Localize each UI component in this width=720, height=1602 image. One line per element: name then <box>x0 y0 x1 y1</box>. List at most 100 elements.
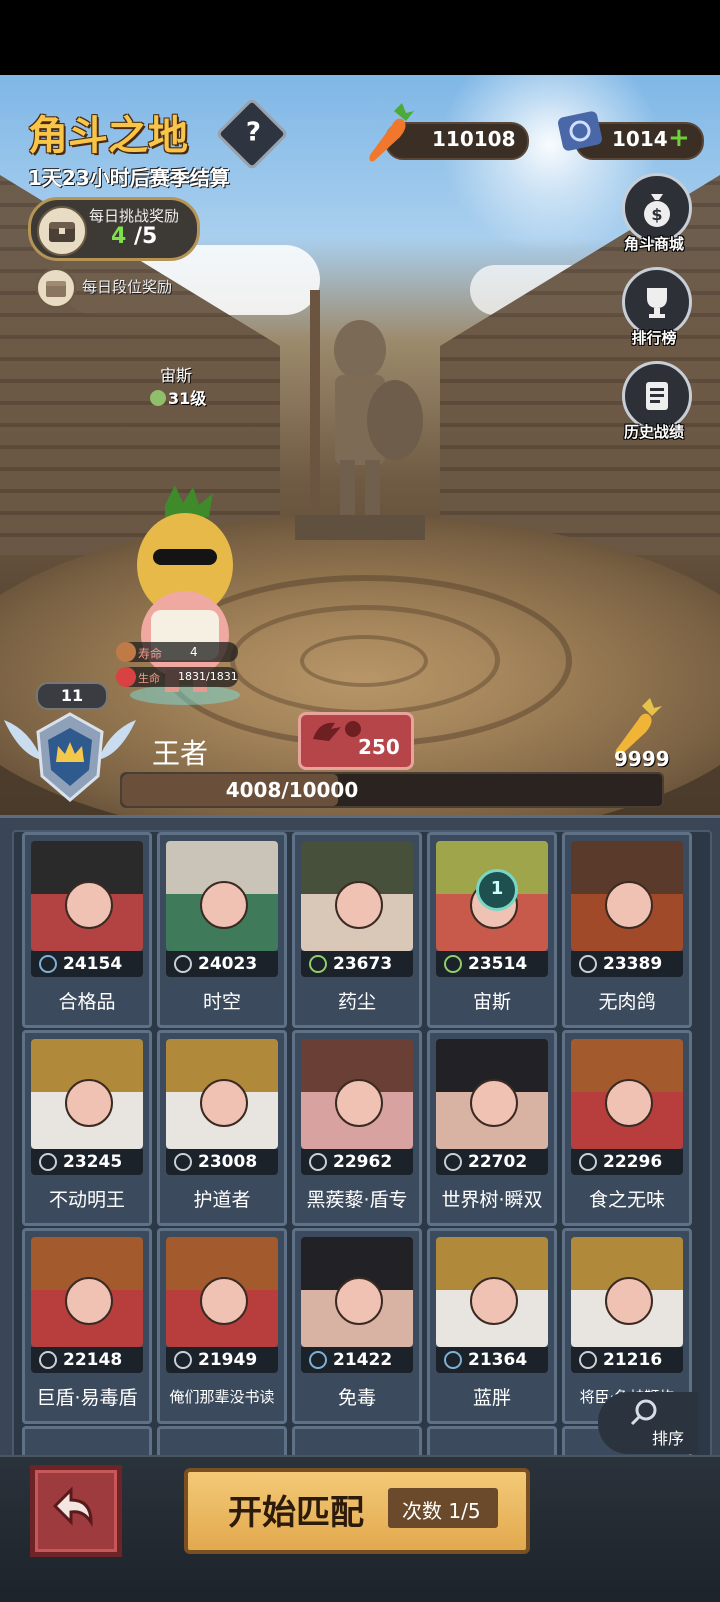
character-face <box>335 1277 383 1325</box>
opponent-card[interactable]: 22296 食之无味 <box>562 1030 692 1226</box>
opponent-card[interactable]: 23389 无肉鸽 <box>562 832 692 1028</box>
opponent-power-bar: 24023 <box>166 951 278 977</box>
character-face <box>605 881 653 929</box>
opponent-card[interactable]: 1 23514 宙斯 <box>427 832 557 1028</box>
character-face <box>65 881 113 929</box>
leaf-icon <box>150 390 166 406</box>
opponent-portrait <box>436 1039 548 1149</box>
opponent-card[interactable]: 23245 不动明王 <box>22 1030 152 1226</box>
claw-icon <box>309 1351 327 1369</box>
opponent-level-badge: 1 <box>476 869 518 911</box>
back-button[interactable] <box>30 1465 122 1557</box>
knight-statue <box>295 290 425 540</box>
opponent-power: 22148 <box>63 1350 123 1370</box>
svg-text:$: $ <box>651 205 662 224</box>
status-bar-area <box>0 0 720 75</box>
opponent-portrait <box>571 1039 683 1149</box>
opponent-card[interactable]: 21364 蓝胖 <box>427 1228 557 1424</box>
daily-challenge-reward-button[interactable]: 每日挑战奖励 4 /5 <box>28 197 200 261</box>
opponent-portrait <box>166 1039 278 1149</box>
opponent-card[interactable]: 24023 时空 <box>157 832 287 1028</box>
opponent-name: 世界树·瞬双 <box>441 1189 543 1211</box>
character-face <box>605 1079 653 1127</box>
lifespan-value: 4 <box>190 645 198 659</box>
add-ticket-button[interactable]: + <box>668 123 690 153</box>
battle-history-button[interactable]: 历史战绩 <box>614 361 694 451</box>
opponent-card[interactable]: 22148 巨盾·易毒盾 <box>22 1228 152 1424</box>
opponent-power: 23008 <box>198 1152 258 1172</box>
opponent-card[interactable]: 21422 免毒 <box>292 1228 422 1424</box>
rank-name: 王者 <box>152 737 209 770</box>
opponent-portrait <box>31 1039 143 1149</box>
leaf-icon <box>444 955 462 973</box>
daily-challenge-current: 4 <box>111 224 127 249</box>
character-face <box>200 881 248 929</box>
start-match-label: 开始匹配 <box>228 1493 364 1533</box>
opponent-power-bar: 21216 <box>571 1347 683 1373</box>
leaderboard-label: 排行榜 <box>631 329 677 347</box>
opponent-power-bar: 23245 <box>31 1149 143 1175</box>
character-face <box>470 1079 518 1127</box>
opponent-list-panel: 24154 合格品 24023 时空 23673 药尘 1 23514 宙斯 23389 无肉鸽 23… <box>0 815 720 1478</box>
target-icon <box>444 1153 462 1171</box>
opponent-name: 药尘 <box>337 991 376 1013</box>
opponent-card[interactable]: 23008 护道者 <box>157 1030 287 1226</box>
opponent-power: 21364 <box>468 1350 528 1370</box>
opponent-power: 24154 <box>63 954 123 974</box>
opponent-power: 22962 <box>333 1152 393 1172</box>
target-icon <box>579 1351 597 1369</box>
opponent-power-bar: 23514 <box>436 951 548 977</box>
opponent-portrait <box>571 841 683 951</box>
rank-progress-bar: 4008/10000 <box>120 772 664 808</box>
rank-progress-text: 4008/10000 <box>225 778 359 802</box>
opponent-power-bar: 23673 <box>301 951 413 977</box>
opponent-power: 23245 <box>63 1152 123 1172</box>
opponent-power: 21216 <box>603 1350 663 1370</box>
season-countdown: 1天23小时后赛季结算 <box>28 166 230 190</box>
opponent-name: 免毒 <box>337 1387 376 1409</box>
claw-icon <box>444 1351 462 1369</box>
opponent-name: 护道者 <box>193 1189 251 1211</box>
character-face <box>335 1079 383 1127</box>
opponent-portrait <box>301 1237 413 1347</box>
opponent-card[interactable]: 21949 俺们那辈没书读 <box>157 1228 287 1424</box>
treasure-chest-icon <box>37 206 87 256</box>
chest-icon <box>36 268 76 308</box>
character-face <box>470 1277 518 1325</box>
sword-icon <box>39 1351 57 1369</box>
opponent-power-bar: 21364 <box>436 1347 548 1373</box>
leaderboard-button[interactable]: 排行榜 <box>614 267 694 357</box>
king-rank-badge-icon <box>4 712 136 802</box>
opponent-name: 食之无味 <box>588 1189 665 1211</box>
sword-icon <box>579 1153 597 1171</box>
opponent-power-bar: 21422 <box>301 1347 413 1373</box>
lifespan-icon <box>116 642 136 662</box>
opponent-power: 22702 <box>468 1152 528 1172</box>
opponent-card[interactable]: 22702 世界树·瞬双 <box>427 1030 557 1226</box>
character-face <box>65 1277 113 1325</box>
opponent-card[interactable]: 23673 药尘 <box>292 832 422 1028</box>
match-count-label: 次数 1/5 <box>402 1499 481 1523</box>
opponent-portrait <box>31 841 143 951</box>
opponent-power-bar: 23389 <box>571 951 683 977</box>
opponent-portrait <box>301 841 413 951</box>
floor-ring <box>300 635 428 687</box>
hero-level-text: 31级 <box>168 389 207 408</box>
sword-icon <box>579 955 597 973</box>
opponent-name: 合格品 <box>58 991 116 1013</box>
page-title: 角斗之地 <box>28 113 188 159</box>
daily-rank-reward-button[interactable]: 每日段位奖励 <box>36 268 196 308</box>
opponent-card[interactable]: 24154 合格品 <box>22 832 152 1028</box>
opponent-name: 宙斯 <box>472 991 511 1013</box>
opponent-card[interactable]: 22962 黑蒺藜·盾专 <box>292 1030 422 1226</box>
daily-challenge-label: 每日挑战奖励 <box>89 207 180 225</box>
daily-rank-reward-label: 每日段位奖励 <box>82 278 173 296</box>
opponent-name: 不动明王 <box>48 1189 125 1211</box>
arena-shop-button[interactable]: $ 角斗商城 <box>614 173 694 263</box>
opponent-power-bar: 22962 <box>301 1149 413 1175</box>
gold-carrot-amount: 9999 <box>614 747 670 771</box>
opponent-power: 23514 <box>468 954 528 974</box>
opponent-power-bar: 24154 <box>31 951 143 977</box>
opponent-power-bar: 22702 <box>436 1149 548 1175</box>
opponent-portrait <box>301 1039 413 1149</box>
